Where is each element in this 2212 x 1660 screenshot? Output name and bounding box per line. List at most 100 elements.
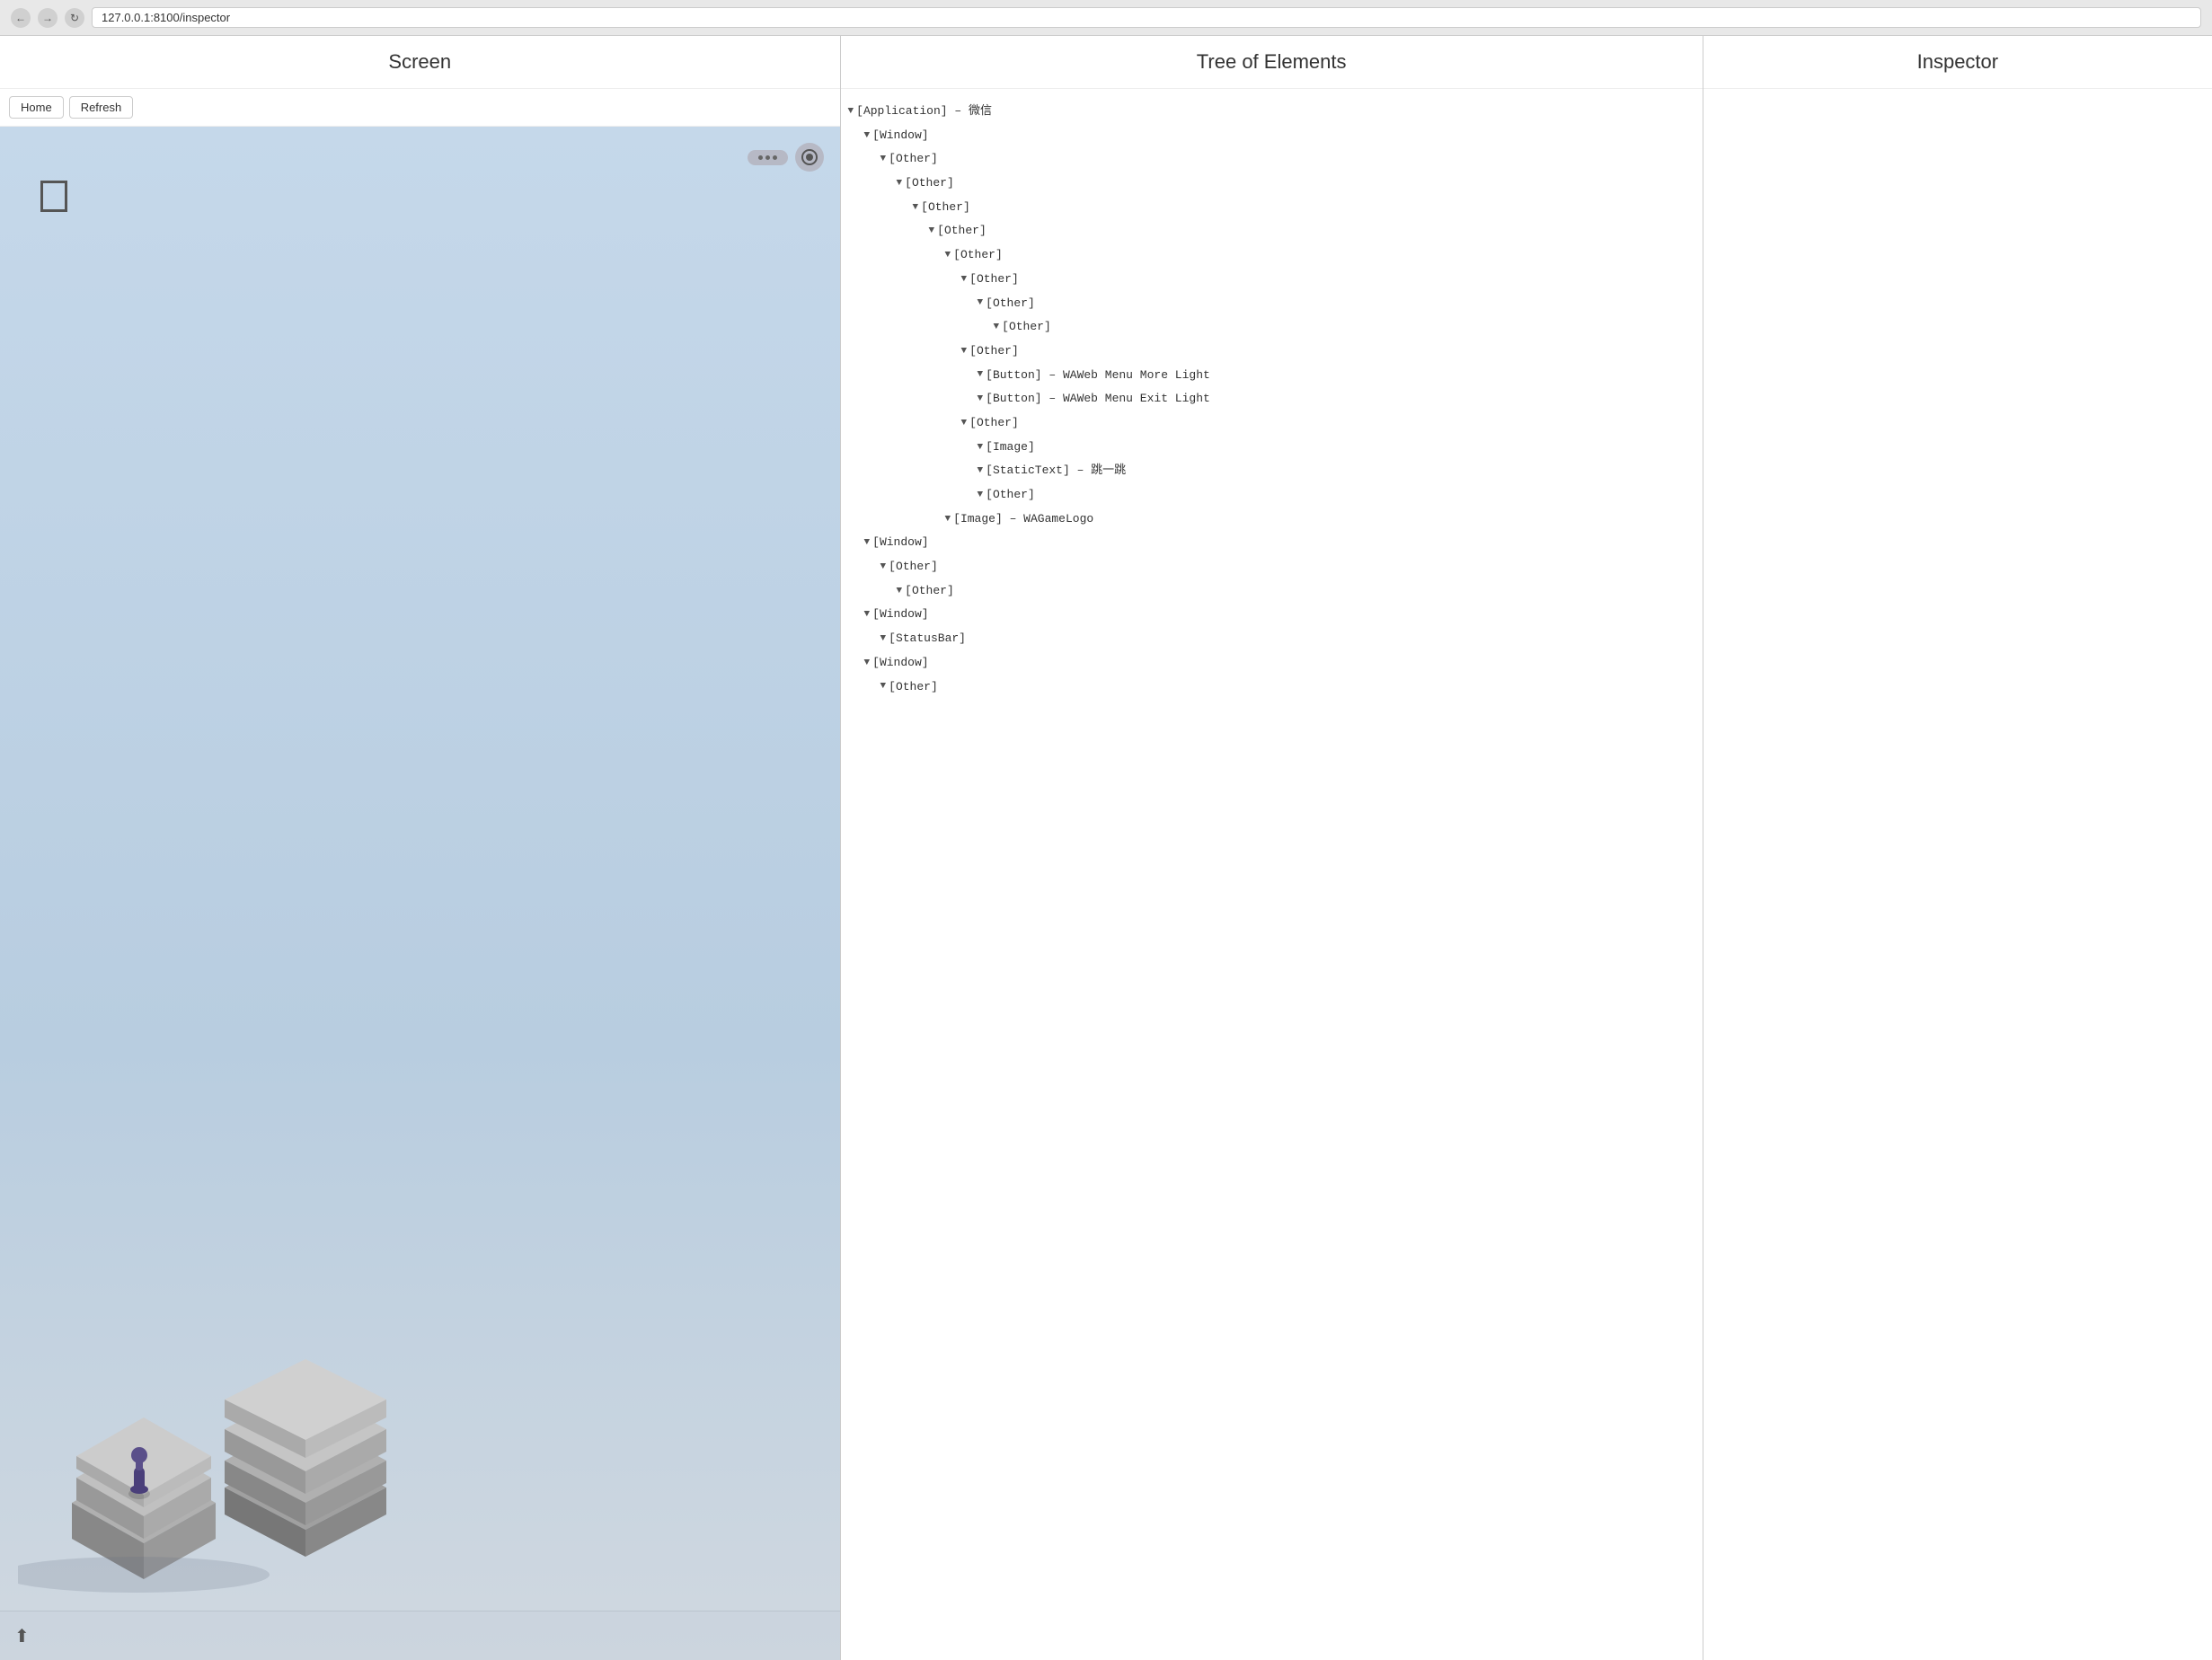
tree-arrow [913,199,919,217]
bottom-bar: ⬆︎ [0,1611,840,1660]
tree-arrow [864,654,871,673]
tree-node-text: [Window] [872,604,928,626]
record-dot [806,154,813,161]
tree-arrow [961,270,968,289]
screen-toolbar: Home Refresh [0,89,840,127]
back-button[interactable]: ← [11,8,31,28]
screen-content: ⬆︎ [0,127,840,1660]
tree-node-20[interactable]: [Other] [848,579,1695,604]
tree-node-1[interactable]: [Window] [848,124,1695,148]
tree-node-23[interactable]: [Window] [848,651,1695,675]
tree-node-21[interactable]: [Window] [848,603,1695,627]
tree-node-text: [Button] – WAWeb Menu Exit Light [986,388,1210,411]
record-inner [801,149,818,165]
tree-node-3[interactable]: [Other] [848,172,1695,196]
tree-node-text: [Other] [905,580,954,603]
tree-node-19[interactable]: [Other] [848,555,1695,579]
home-button[interactable]: Home [9,96,64,119]
tree-node-11[interactable]: [Button] – WAWeb Menu More Light [848,364,1695,388]
tree-node-4[interactable]: [Other] [848,196,1695,220]
tree-node-7[interactable]: [Other] [848,268,1695,292]
tree-node-text: [Other] [921,197,970,219]
tree-arrow [929,222,935,241]
screen-panel-header: Screen [0,36,840,89]
share-icon[interactable]: ⬆︎ [14,1625,30,1647]
tree-node-5[interactable]: [Other] [848,219,1695,243]
tree-arrow [864,605,871,624]
tree-node-text: [Other] [889,148,938,171]
record-button[interactable] [795,143,824,172]
tree-node-text: [StatusBar] [889,628,966,650]
tree-node-16[interactable]: [Other] [848,483,1695,508]
tree-node-text: [Other] [986,484,1035,507]
inspector-content [1703,89,2212,1660]
tree-arrow [945,510,951,529]
tree-content: [Application] – 微信 [Window] [Other] [Oth… [841,89,1703,710]
top-controls [748,143,824,172]
tree-node-text: [Other] [937,220,987,243]
tree-arrow [978,390,984,409]
tree-node-text: [Other] [905,172,954,195]
tree-arrow [880,558,887,577]
dots-button[interactable] [748,150,788,165]
tree-node-text: [Window] [872,125,928,147]
tree-node-text: [StaticText] – 跳一跳 [986,460,1126,482]
tree-arrow [880,677,887,696]
tree-node-13[interactable]: [Other] [848,411,1695,436]
tree-node-12[interactable]: [Button] – WAWeb Menu Exit Light [848,387,1695,411]
tree-arrow [864,534,871,552]
tree-node-24[interactable]: [Other] [848,675,1695,700]
tree-arrow [961,342,968,361]
tree-node-text: [Other] [889,556,938,578]
tree-arrow [978,438,984,457]
screen-panel: Screen Home Refresh [0,36,841,1660]
tree-arrow [880,630,887,649]
tree-node-text: [Other] [986,293,1035,315]
tree-arrow [945,246,951,265]
forward-button[interactable]: → [38,8,58,28]
tree-arrow [978,294,984,313]
tree-node-text: [Window] [872,652,928,675]
tree-node-2[interactable]: [Other] [848,147,1695,172]
tree-node-text: [Image] – WAGameLogo [953,508,1093,531]
tree-node-17[interactable]: [Image] – WAGameLogo [848,508,1695,532]
tree-arrow [864,127,871,146]
tree-node-15[interactable]: [StaticText] – 跳一跳 [848,459,1695,483]
tree-arrow [978,366,984,384]
small-square-icon [40,181,67,212]
main-layout: Screen Home Refresh [0,36,2212,1660]
right-block-svg [207,1319,404,1570]
tree-panel-header: Tree of Elements [841,36,1703,89]
tree-node-text: [Button] – WAWeb Menu More Light [986,365,1210,387]
tree-arrow [880,150,887,169]
tree-node-text: [Other] [969,412,1019,435]
tree-node-9[interactable]: [Other] [848,315,1695,340]
inspector-panel: Inspector [1703,36,2212,1660]
tree-node-6[interactable]: [Other] [848,243,1695,268]
tree-node-text: [Other] [889,676,938,699]
tree-arrow [897,174,903,193]
inspector-panel-header: Inspector [1703,36,2212,89]
tree-arrow [994,318,1000,337]
tree-arrow [978,462,984,481]
tree-arrow [897,582,903,601]
address-bar[interactable]: 127.0.0.1:8100/inspector [92,7,2201,28]
tree-panel: Tree of Elements [Application] – 微信 [Win… [841,36,1703,1660]
tree-node-text: [Window] [872,532,928,554]
dot-3 [773,155,777,160]
tree-node-0[interactable]: [Application] – 微信 [848,100,1695,124]
tree-node-text: [Other] [969,269,1019,291]
tree-node-22[interactable]: [StatusBar] [848,627,1695,651]
tree-node-10[interactable]: [Other] [848,340,1695,364]
tree-node-text: [Image] [986,437,1035,459]
game-scene: ⬆︎ [0,127,840,1660]
tree-node-14[interactable]: [Image] [848,436,1695,460]
tree-node-18[interactable]: [Window] [848,531,1695,555]
dot-1 [758,155,763,160]
refresh-button[interactable]: Refresh [69,96,134,119]
tree-arrow [848,102,854,121]
tree-arrow [978,486,984,505]
tree-node-8[interactable]: [Other] [848,292,1695,316]
browser-chrome: ← → ↻ 127.0.0.1:8100/inspector [0,0,2212,36]
reload-button[interactable]: ↻ [65,8,84,28]
